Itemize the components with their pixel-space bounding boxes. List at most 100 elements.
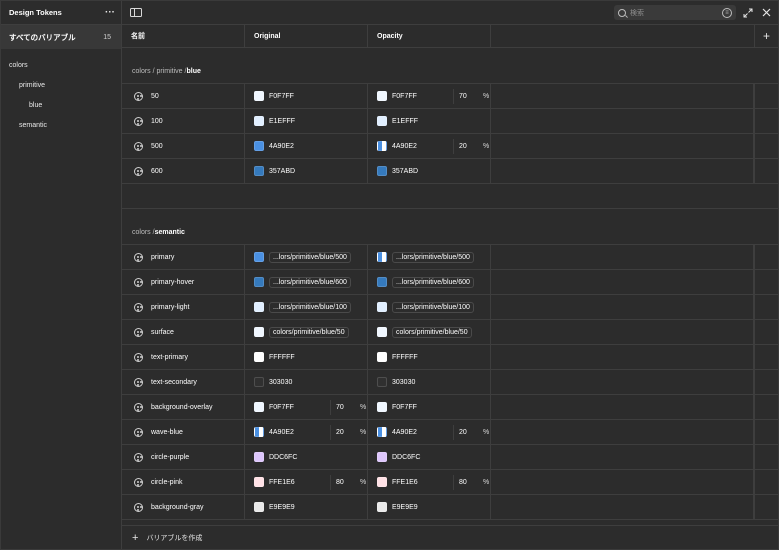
value-cell[interactable]: 303030 <box>245 370 368 394</box>
opacity-field[interactable]: 20% <box>330 425 367 440</box>
value-cell[interactable]: 303030 <box>368 370 491 394</box>
color-swatch[interactable] <box>254 277 264 287</box>
color-swatch[interactable] <box>377 116 387 126</box>
table-row[interactable]: wave-blue 4A90E2 20% 4A90E2 20% <box>122 420 778 445</box>
value-cell[interactable]: E9E9E9 <box>245 495 368 519</box>
value-cell[interactable]: 357ABD <box>245 159 368 183</box>
table-row[interactable]: 50 F0F7FF F0F7FF 70% <box>122 84 778 109</box>
filter-icon[interactable]: ≡ <box>722 7 732 18</box>
variable-name-cell[interactable]: circle-pink <box>122 470 245 494</box>
value-cell[interactable]: FFFFFF <box>368 345 491 369</box>
variable-name-cell[interactable]: 50 <box>122 84 245 108</box>
hex-value[interactable]: 4A90E2 <box>392 429 417 436</box>
color-swatch[interactable] <box>254 116 264 126</box>
variable-name[interactable]: surface <box>151 329 174 336</box>
value-cell[interactable]: ...lors/primitive/blue/500 <box>368 245 491 269</box>
sidebar-item-primitive[interactable]: primitive <box>1 75 121 95</box>
hex-value[interactable]: FFFFFF <box>269 354 295 361</box>
opacity-field[interactable]: 20% <box>453 139 490 154</box>
variable-name-cell[interactable]: background-gray <box>122 495 245 519</box>
value-cell[interactable]: 4A90E2 20% <box>245 420 368 444</box>
opacity-value[interactable]: 80 <box>459 479 475 486</box>
value-cell[interactable]: F0F7FF <box>245 84 368 108</box>
color-swatch[interactable] <box>377 91 387 101</box>
expand-icon[interactable] <box>742 7 754 19</box>
alias-pill[interactable]: colors/primitive/blue/50 <box>269 326 349 338</box>
alias-pill[interactable]: ...lors/primitive/blue/500 <box>269 251 351 263</box>
opacity-field[interactable]: 70% <box>453 89 490 104</box>
hex-value[interactable]: F0F7FF <box>392 93 417 100</box>
value-cell[interactable]: E1EFFF <box>245 109 368 133</box>
variable-name[interactable]: 50 <box>151 93 159 100</box>
variable-name-cell[interactable]: circle-purple <box>122 445 245 469</box>
hex-value[interactable]: F0F7FF <box>269 404 294 411</box>
opacity-field[interactable]: 80% <box>453 475 490 490</box>
color-swatch[interactable] <box>254 141 264 151</box>
color-swatch[interactable] <box>377 427 387 437</box>
hex-value[interactable]: F0F7FF <box>269 93 294 100</box>
variable-name[interactable]: wave-blue <box>151 429 183 436</box>
variable-name[interactable]: background-overlay <box>151 404 212 411</box>
color-swatch[interactable] <box>254 502 264 512</box>
hex-value[interactable]: DDC6FC <box>269 454 297 461</box>
variable-name-cell[interactable]: 100 <box>122 109 245 133</box>
value-cell[interactable]: 4A90E2 20% <box>368 134 491 158</box>
value-cell[interactable]: ...lors/primitive/blue/500 <box>245 245 368 269</box>
hex-value[interactable]: E9E9E9 <box>392 504 418 511</box>
variable-name[interactable]: circle-pink <box>151 479 183 486</box>
variable-name[interactable]: primary-light <box>151 304 190 311</box>
color-swatch[interactable] <box>377 502 387 512</box>
variable-name[interactable]: 100 <box>151 118 163 125</box>
table-row[interactable]: circle-pink FFE1E6 80% FFE1E6 80% <box>122 470 778 495</box>
column-header-name[interactable]: 名前 <box>122 25 245 47</box>
color-swatch[interactable] <box>254 402 264 412</box>
hex-value[interactable]: 357ABD <box>269 168 295 175</box>
table-row[interactable]: 500 4A90E2 4A90E2 20% <box>122 134 778 159</box>
variable-name[interactable]: background-gray <box>151 504 204 511</box>
color-swatch[interactable] <box>254 252 264 262</box>
variable-name[interactable]: 600 <box>151 168 163 175</box>
value-cell[interactable]: F0F7FF 70% <box>368 84 491 108</box>
create-variable-button[interactable]: + バリアブルを作成 <box>122 525 778 549</box>
table-row[interactable]: text-secondary 303030 303030 <box>122 370 778 395</box>
color-swatch[interactable] <box>254 91 264 101</box>
variable-name[interactable]: circle-purple <box>151 454 189 461</box>
sidebar-item-blue[interactable]: blue <box>1 95 121 115</box>
hex-value[interactable]: E9E9E9 <box>269 504 295 511</box>
color-swatch[interactable] <box>377 352 387 362</box>
hex-value[interactable]: E1EFFF <box>269 118 295 125</box>
variable-name-cell[interactable]: primary-hover <box>122 270 245 294</box>
color-swatch[interactable] <box>377 166 387 176</box>
table-row[interactable]: primary-hover ...lors/primitive/blue/600.… <box>122 270 778 295</box>
hex-value[interactable]: FFE1E6 <box>392 479 418 486</box>
alias-pill[interactable]: ...lors/primitive/blue/500 <box>392 251 474 263</box>
color-swatch[interactable] <box>254 427 264 437</box>
column-header-opacity[interactable]: Opacity <box>368 25 491 47</box>
value-cell[interactable]: colors/primitive/blue/50 <box>245 320 368 344</box>
value-cell[interactable]: ...lors/primitive/blue/600 <box>368 270 491 294</box>
color-swatch[interactable] <box>377 252 387 262</box>
value-cell[interactable]: colors/primitive/blue/50 <box>368 320 491 344</box>
color-swatch[interactable] <box>254 477 264 487</box>
opacity-value[interactable]: 70 <box>459 93 475 100</box>
color-swatch[interactable] <box>377 377 387 387</box>
sidebar-item-colors[interactable]: colors <box>1 55 121 75</box>
color-swatch[interactable] <box>377 327 387 337</box>
variable-name-cell[interactable]: 500 <box>122 134 245 158</box>
value-cell[interactable]: ...lors/primitive/blue/100 <box>368 295 491 319</box>
variable-name-cell[interactable]: primary-light <box>122 295 245 319</box>
variable-name-cell[interactable]: text-secondary <box>122 370 245 394</box>
value-cell[interactable]: F0F7FF <box>368 395 491 419</box>
color-swatch[interactable] <box>254 327 264 337</box>
variable-name-cell[interactable]: wave-blue <box>122 420 245 444</box>
variable-name-cell[interactable]: surface <box>122 320 245 344</box>
color-swatch[interactable] <box>377 452 387 462</box>
table-row[interactable]: circle-purple DDC6FC DDC6FC <box>122 445 778 470</box>
more-options-icon[interactable]: ··· <box>105 7 115 18</box>
color-swatch[interactable] <box>254 452 264 462</box>
color-swatch[interactable] <box>254 377 264 387</box>
column-header-original[interactable]: Original <box>245 25 368 47</box>
hex-value[interactable]: 4A90E2 <box>392 143 417 150</box>
table-row[interactable]: primary-light ...lors/primitive/blue/100.… <box>122 295 778 320</box>
close-icon[interactable] <box>760 7 772 19</box>
